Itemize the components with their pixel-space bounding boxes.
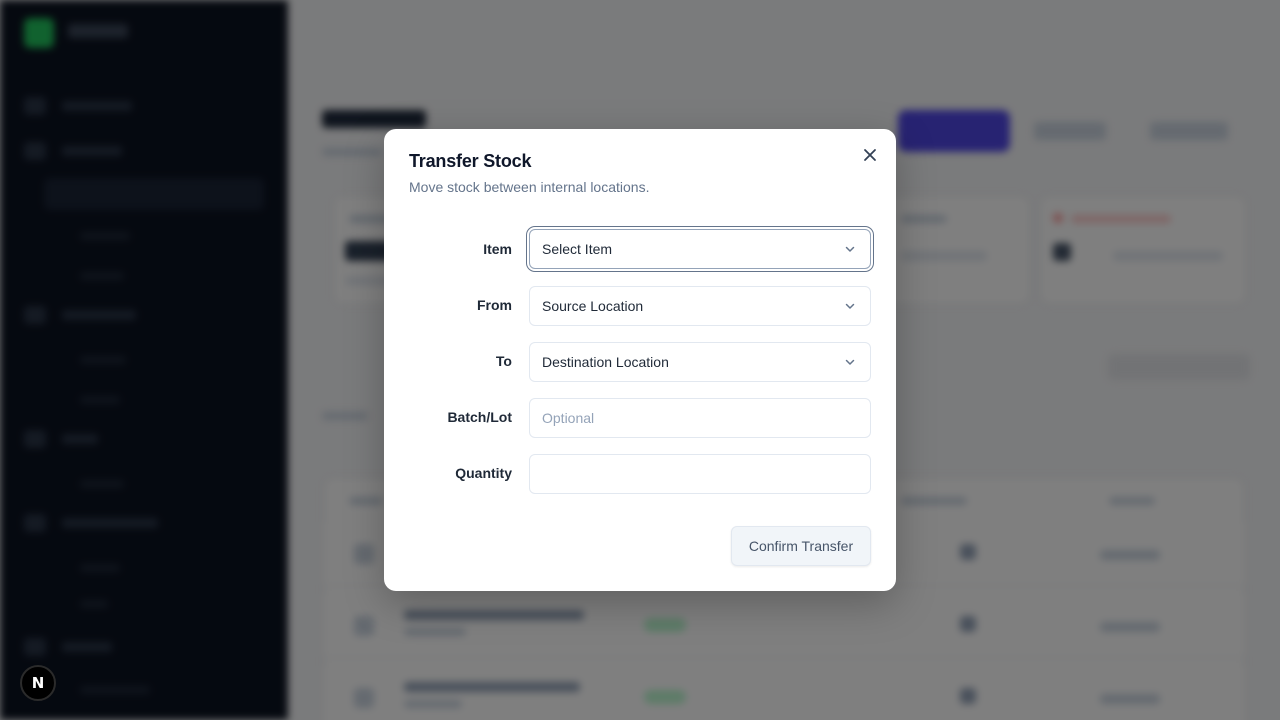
to-label: To bbox=[495, 353, 512, 369]
dialog-title: Transfer Stock bbox=[409, 151, 532, 171]
dialog-description: Move stock between internal locations. bbox=[409, 179, 650, 195]
confirm-transfer-button[interactable]: Confirm Transfer bbox=[731, 526, 871, 566]
to-select-value: Destination Location bbox=[542, 354, 669, 370]
close-button[interactable] bbox=[860, 145, 880, 165]
chevron-down-icon bbox=[845, 246, 855, 252]
nextjs-dev-badge[interactable]: N bbox=[20, 665, 56, 701]
chevron-down-icon bbox=[845, 303, 855, 309]
chevron-down-icon bbox=[845, 359, 855, 365]
batch-lot-label: Batch/Lot bbox=[447, 409, 512, 425]
batch-lot-input[interactable] bbox=[529, 398, 871, 438]
from-select-value: Source Location bbox=[542, 298, 644, 314]
quantity-input[interactable] bbox=[529, 454, 871, 494]
to-location-select[interactable]: Destination Location bbox=[529, 342, 871, 382]
from-label: From bbox=[477, 297, 512, 313]
close-icon bbox=[864, 149, 876, 161]
item-select-value: Select Item bbox=[542, 241, 613, 257]
quantity-label: Quantity bbox=[455, 465, 512, 481]
item-label: Item bbox=[483, 241, 512, 257]
from-location-select[interactable]: Source Location bbox=[529, 286, 871, 326]
item-select[interactable]: Select Item bbox=[529, 229, 871, 269]
transfer-stock-dialog: Transfer Stock Move stock between intern… bbox=[384, 129, 896, 591]
